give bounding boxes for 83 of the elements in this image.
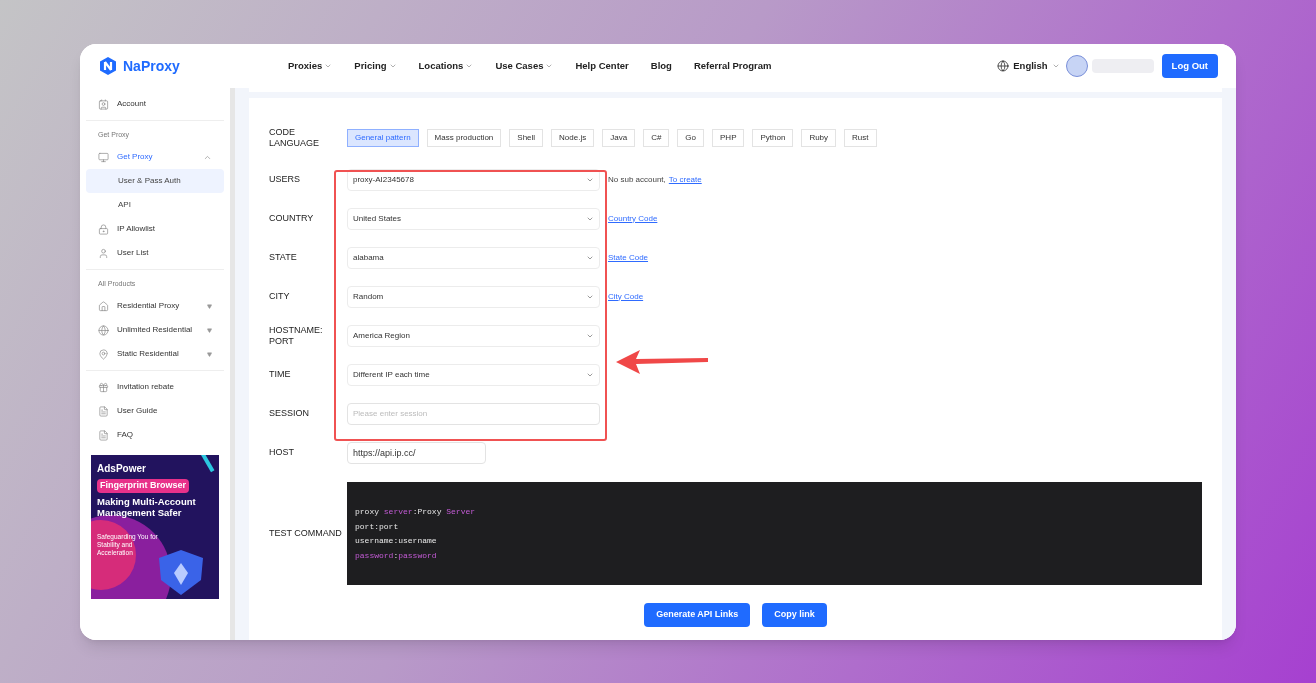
nav-link[interactable]: Referral Program bbox=[693, 58, 772, 74]
link[interactable]: State Code bbox=[608, 251, 649, 264]
document-icon bbox=[98, 429, 109, 441]
field-label: HOSTNAME: PORT bbox=[269, 324, 324, 347]
language-option[interactable]: Java bbox=[602, 129, 636, 147]
map-pin-icon bbox=[98, 348, 109, 360]
field-label: HOST bbox=[269, 447, 295, 458]
select-field[interactable]: proxy-AI2345678 bbox=[347, 168, 600, 191]
link[interactable]: Country Code bbox=[608, 212, 658, 225]
sidebar-item[interactable]: Invitation rebate bbox=[86, 375, 224, 399]
language-option[interactable]: Mass production bbox=[426, 129, 502, 147]
select-field[interactable]: Different IP each time bbox=[347, 363, 600, 386]
field-label: CITY bbox=[269, 291, 291, 302]
language-option[interactable]: C# bbox=[643, 129, 670, 147]
nav-link[interactable]: Blog bbox=[650, 58, 672, 74]
sidebar-item[interactable]: Unlimited Residential bbox=[86, 318, 224, 342]
contact-card-icon bbox=[98, 98, 109, 110]
select-field[interactable]: United States bbox=[347, 207, 600, 230]
language-option[interactable]: Ruby bbox=[801, 129, 837, 147]
sidebar-item[interactable]: Residential Proxy bbox=[86, 294, 224, 318]
gift-icon bbox=[98, 381, 109, 393]
banner-brand: AdsPower bbox=[97, 462, 147, 476]
language-option[interactable]: Node.js bbox=[551, 129, 595, 147]
caret-icon bbox=[324, 62, 333, 70]
globe-icon bbox=[98, 324, 109, 336]
caret-icon bbox=[1051, 62, 1060, 70]
caret-icon bbox=[388, 62, 397, 70]
language-option[interactable]: PHP bbox=[712, 129, 745, 147]
language-option[interactable]: Rust bbox=[844, 129, 877, 147]
language-selector[interactable]: English bbox=[997, 58, 1060, 74]
sidebar-subitem[interactable]: User & Pass Auth bbox=[86, 169, 224, 193]
select-field[interactable]: Random bbox=[347, 285, 600, 308]
nav-link[interactable]: Locations bbox=[418, 58, 474, 74]
hint-text: No sub account, bbox=[608, 173, 666, 186]
avatar[interactable] bbox=[1065, 55, 1088, 77]
field-label: TEST COMMAND bbox=[269, 528, 343, 539]
sidebar-item[interactable]: Static Residential bbox=[86, 342, 224, 366]
language-option[interactable]: General pattern bbox=[347, 129, 419, 147]
nav-link[interactable]: Use Cases bbox=[495, 58, 554, 74]
field-label: TIME bbox=[269, 369, 292, 380]
link[interactable]: City Code bbox=[608, 290, 644, 303]
user-icon bbox=[98, 247, 109, 259]
language-option[interactable]: Python bbox=[752, 129, 794, 147]
action-button[interactable]: Generate API Links bbox=[644, 603, 751, 627]
sidebar-item[interactable]: User List bbox=[86, 241, 224, 265]
field-label: USERS bbox=[269, 174, 301, 185]
arrow-icon bbox=[614, 348, 710, 376]
select-field[interactable]: America Region bbox=[347, 324, 600, 347]
code-line: proxy server:Proxy Server bbox=[355, 506, 477, 518]
caret-icon bbox=[465, 62, 474, 70]
action-button[interactable]: Copy link bbox=[762, 603, 827, 627]
input-field[interactable]: https://api.ip.cc/ bbox=[347, 441, 486, 464]
select-field[interactable]: alabama bbox=[347, 246, 600, 269]
nav-link[interactable]: Pricing bbox=[354, 58, 397, 74]
logo-text: NaProxy bbox=[123, 56, 180, 76]
banner-tag: Fingerprint Browser bbox=[97, 479, 189, 493]
home-icon bbox=[98, 300, 109, 312]
caret-icon bbox=[545, 62, 554, 70]
field-label: CODE LANGUAGE bbox=[269, 127, 320, 149]
sidebar-item[interactable]: FAQ bbox=[86, 423, 224, 447]
language-option[interactable]: Go bbox=[677, 129, 705, 147]
code-line: port:port bbox=[355, 520, 400, 532]
sidebar-item[interactable]: Account bbox=[86, 92, 224, 116]
banner-headline: Making Multi-Account Management Safer bbox=[97, 495, 197, 518]
link[interactable]: To create bbox=[668, 173, 702, 186]
language-option[interactable]: Shell bbox=[509, 129, 544, 147]
sidebar-item[interactable]: User Guide bbox=[86, 399, 224, 423]
logo-icon bbox=[98, 56, 118, 76]
monitor-icon bbox=[98, 151, 109, 163]
sidebar-item[interactable]: IP Allowlist bbox=[86, 217, 224, 241]
globe-icon bbox=[997, 60, 1010, 72]
sidebar-item[interactable]: Get Proxy bbox=[86, 145, 224, 169]
field-label: SESSION bbox=[269, 408, 310, 419]
sidebar-subitem[interactable]: API bbox=[86, 193, 224, 217]
code-line: username:username bbox=[355, 535, 438, 547]
logout-button[interactable]: Log Out bbox=[1161, 54, 1218, 78]
field-label: COUNTRY bbox=[269, 213, 315, 224]
nav-link[interactable]: Help Center bbox=[575, 58, 629, 74]
lock-icon bbox=[98, 223, 109, 235]
code-line: password:password bbox=[355, 549, 438, 561]
field-label: STATE bbox=[269, 252, 298, 263]
nav-link[interactable]: Proxies bbox=[288, 58, 333, 74]
document-icon bbox=[98, 405, 109, 417]
